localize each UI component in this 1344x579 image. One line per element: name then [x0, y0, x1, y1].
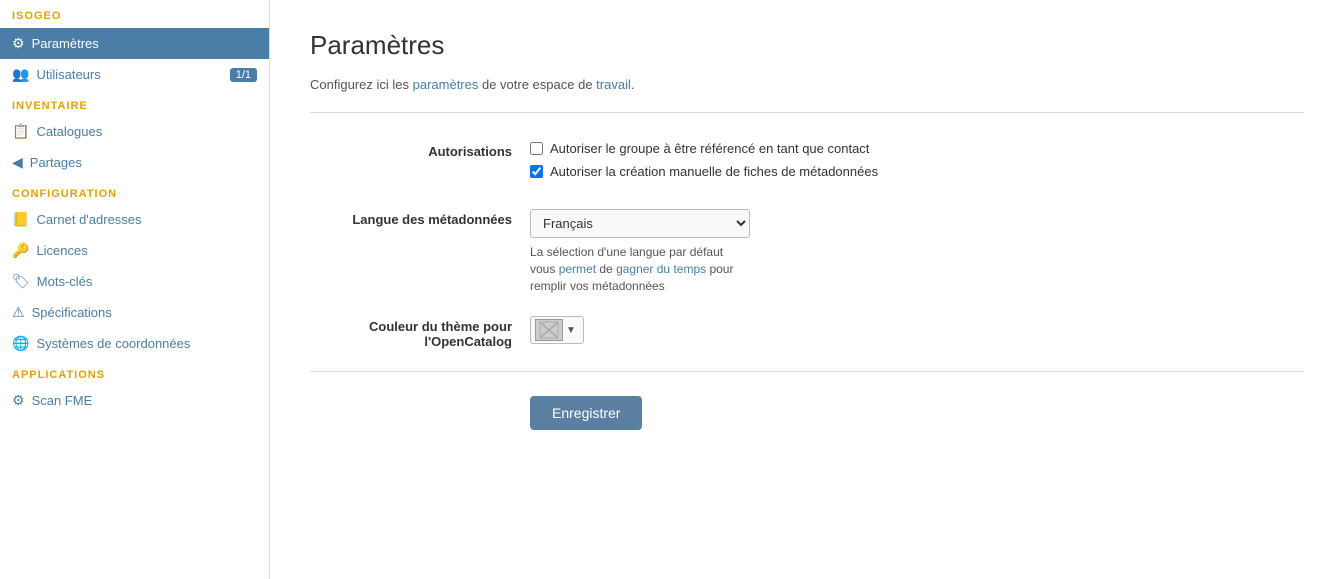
sidebar-item-utilisateurs[interactable]: 👥 Utilisateurs 1/1: [0, 59, 269, 90]
sidebar-item-label: Carnet d'adresses: [36, 212, 141, 227]
color-dropdown-arrow: ▼: [563, 325, 579, 336]
sidebar-item-mots-cles[interactable]: 🏷 Mots-clés: [0, 266, 269, 297]
couleur-label: Couleur du thème pour l'OpenCatalog: [310, 316, 530, 349]
autorisations-row: Autorisations Autoriser le groupe à être…: [310, 141, 1010, 187]
globe-icon: 🌐: [12, 335, 29, 352]
sidebar-item-label: Partages: [30, 155, 82, 170]
sidebar-item-label: Licences: [36, 243, 87, 258]
checkbox-metadonnees[interactable]: [530, 165, 543, 178]
sidebar-item-label: Paramètres: [32, 36, 99, 51]
section-configuration: CONFIGURATION: [0, 178, 269, 204]
description-link-travail[interactable]: travail: [596, 77, 631, 92]
sidebar-item-label: Scan FME: [32, 393, 93, 408]
tag-icon: 🏷: [12, 273, 30, 290]
autorisations-control: Autoriser le groupe à être référencé en …: [530, 141, 1010, 187]
spec-icon: ⚠: [12, 304, 25, 321]
checkbox-row-2: Autoriser la création manuelle de fiches…: [530, 164, 1010, 179]
divider-bottom: [310, 371, 1304, 372]
page-title: Paramètres: [310, 30, 1304, 61]
form-section: Autorisations Autoriser le groupe à être…: [310, 141, 1010, 349]
page-description: Configurez ici les paramètres de votre e…: [310, 77, 1304, 92]
checkbox-row-1: Autoriser le groupe à être référencé en …: [530, 141, 1010, 156]
section-applications: APPLICATIONS: [0, 359, 269, 385]
sidebar-item-catalogues[interactable]: 📋 Catalogues: [0, 116, 269, 147]
sidebar-item-systemes[interactable]: 🌐 Systèmes de coordonnées: [0, 328, 269, 359]
color-picker[interactable]: ▼: [530, 316, 584, 344]
licence-icon: 🔑: [12, 242, 29, 259]
sidebar: ISOGEO ⚙ Paramètres 👥 Utilisateurs 1/1 I…: [0, 0, 270, 579]
checkbox-contact-label: Autoriser le groupe à être référencé en …: [550, 141, 869, 156]
langue-label: Langue des métadonnées: [310, 209, 530, 227]
catalogue-icon: 📋: [12, 123, 29, 140]
langue-hint: La sélection d'une langue par défaut vou…: [530, 244, 750, 294]
share-icon: ◀: [12, 154, 23, 171]
sidebar-item-label: Spécifications: [32, 305, 112, 320]
gear-icon: ⚙: [12, 35, 25, 52]
checkbox-metadonnees-label: Autoriser la création manuelle de fiches…: [550, 164, 878, 179]
autorisations-label: Autorisations: [310, 141, 530, 159]
checkbox-contact[interactable]: [530, 142, 543, 155]
main-content: Paramètres Configurez ici les paramètres…: [270, 0, 1344, 579]
langue-select[interactable]: Français English Español Deutsch: [530, 209, 750, 238]
color-swatch: [535, 319, 563, 341]
description-text-3: .: [631, 77, 635, 92]
sidebar-item-label: Systèmes de coordonnées: [36, 336, 190, 351]
save-button[interactable]: Enregistrer: [530, 396, 642, 430]
couleur-control: ▼: [530, 316, 1010, 344]
sidebar-item-specifications[interactable]: ⚠ Spécifications: [0, 297, 269, 328]
sidebar-item-partages[interactable]: ◀ Partages: [0, 147, 269, 178]
description-link-parametres[interactable]: paramètres: [413, 77, 479, 92]
langue-hint-link-permet: permet: [559, 262, 596, 276]
sidebar-item-licences[interactable]: 🔑 Licences: [0, 235, 269, 266]
description-text-2: de votre espace de: [478, 77, 596, 92]
langue-row: Langue des métadonnées Français English …: [310, 209, 1010, 294]
description-text-1: Configurez ici les: [310, 77, 413, 92]
sidebar-item-label: Mots-clés: [37, 274, 93, 289]
sidebar-item-label: Utilisateurs: [36, 67, 100, 82]
divider-top: [310, 112, 1304, 113]
scanfme-icon: ⚙: [12, 392, 25, 409]
sidebar-item-carnet[interactable]: 📒 Carnet d'adresses: [0, 204, 269, 235]
brand-label: ISOGEO: [0, 0, 269, 28]
color-swatch-icon: [539, 321, 559, 339]
section-inventaire: INVENTAIRE: [0, 90, 269, 116]
carnet-icon: 📒: [12, 211, 29, 228]
utilisateurs-badge: 1/1: [230, 68, 257, 82]
sidebar-item-parametres[interactable]: ⚙ Paramètres: [0, 28, 269, 59]
sidebar-item-scan-fme[interactable]: ⚙ Scan FME: [0, 385, 269, 416]
users-icon: 👥: [12, 66, 29, 83]
langue-hint-link-gagner: gagner du temps: [616, 262, 706, 276]
couleur-row: Couleur du thème pour l'OpenCatalog ▼: [310, 316, 1010, 349]
langue-control: Français English Español Deutsch La séle…: [530, 209, 1010, 294]
sidebar-item-label: Catalogues: [36, 124, 102, 139]
